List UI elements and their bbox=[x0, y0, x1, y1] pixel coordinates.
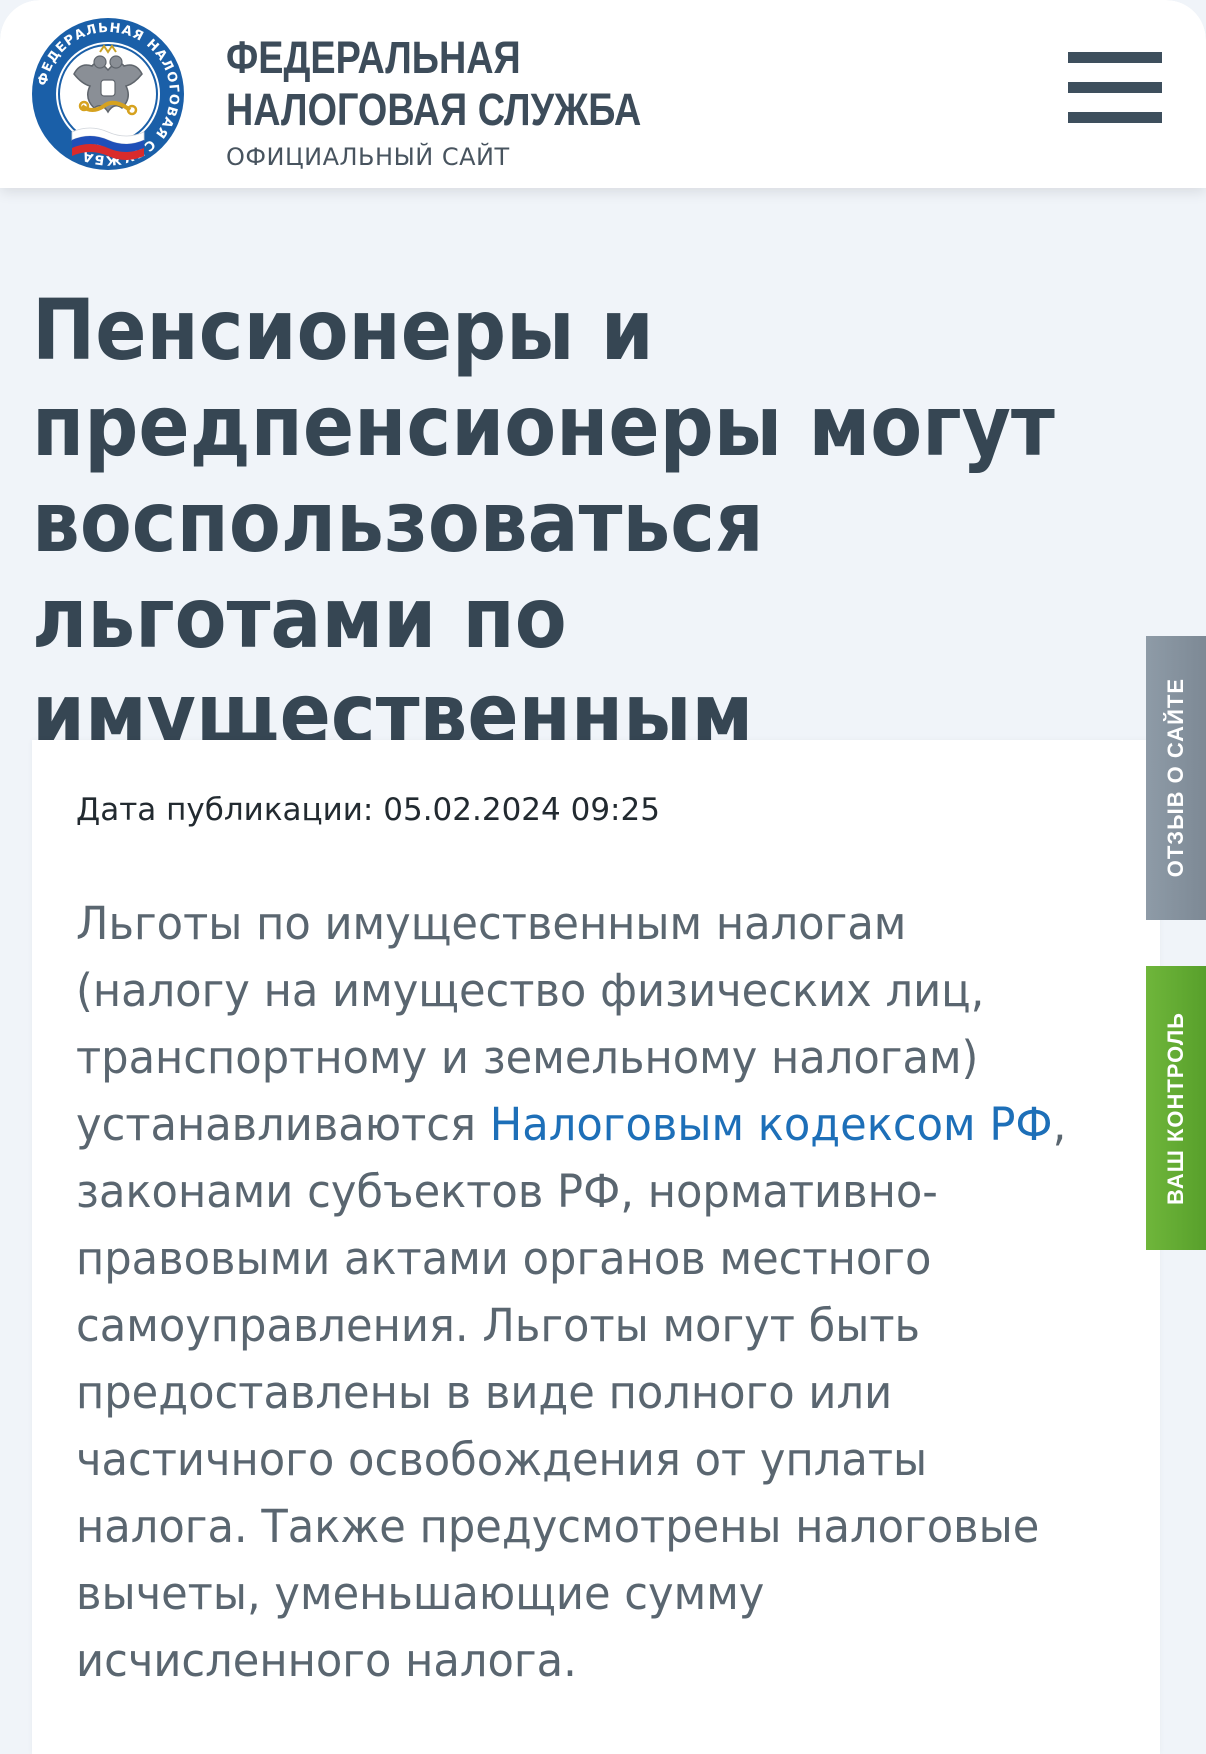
your-control-tab[interactable]: ВАШ КОНТРОЛЬ bbox=[1146, 966, 1206, 1250]
page: ФЕДЕРАЛЬНАЯ НАЛОГОВАЯ СЛУЖБА bbox=[0, 0, 1206, 1754]
tax-code-link[interactable]: Налоговым кодексом РФ bbox=[490, 1098, 1053, 1151]
article-card: Дата публикации: 05.02.2024 09:25 Льготы… bbox=[32, 740, 1160, 1754]
site-feedback-tab-label: ОТЗЫВ О САЙТЕ bbox=[1163, 678, 1188, 878]
fns-logo[interactable]: ФЕДЕРАЛЬНАЯ НАЛОГОВАЯ СЛУЖБА bbox=[28, 14, 188, 174]
publication-date-label: Дата публикации: bbox=[76, 792, 374, 828]
site-feedback-tab[interactable]: ОТЗЫВ О САЙТЕ bbox=[1146, 636, 1206, 920]
publication-date-value: 05.02.2024 09:25 bbox=[383, 792, 660, 828]
site-header: ФЕДЕРАЛЬНАЯ НАЛОГОВАЯ СЛУЖБА bbox=[0, 0, 1206, 188]
brand-title-line-2: НАЛОГОВАЯ СЛУЖБА bbox=[226, 84, 642, 135]
brand-block[interactable]: ФЕДЕРАЛЬНАЯ НАЛОГОВАЯ СЛУЖБА ОФИЦИАЛЬНЫЙ… bbox=[226, 32, 720, 172]
brand-subtitle: ОФИЦИАЛЬНЫЙ САЙТ bbox=[226, 143, 510, 171]
your-control-tab-label: ВАШ КОНТРОЛЬ bbox=[1163, 1011, 1188, 1205]
hamburger-menu-button[interactable] bbox=[1068, 52, 1162, 124]
fns-emblem-icon: ФЕДЕРАЛЬНАЯ НАЛОГОВАЯ СЛУЖБА bbox=[30, 16, 186, 172]
brand-title-line-1: ФЕДЕРАЛЬНАЯ bbox=[226, 32, 521, 83]
body-text-after-link: , законами субъектов РФ, нормативно-прав… bbox=[76, 1098, 1067, 1687]
publication-date: Дата публикации: 05.02.2024 09:25 bbox=[76, 790, 660, 830]
article-body-paragraph: Льготы по имущественным налогам (налогу … bbox=[76, 890, 1084, 1694]
